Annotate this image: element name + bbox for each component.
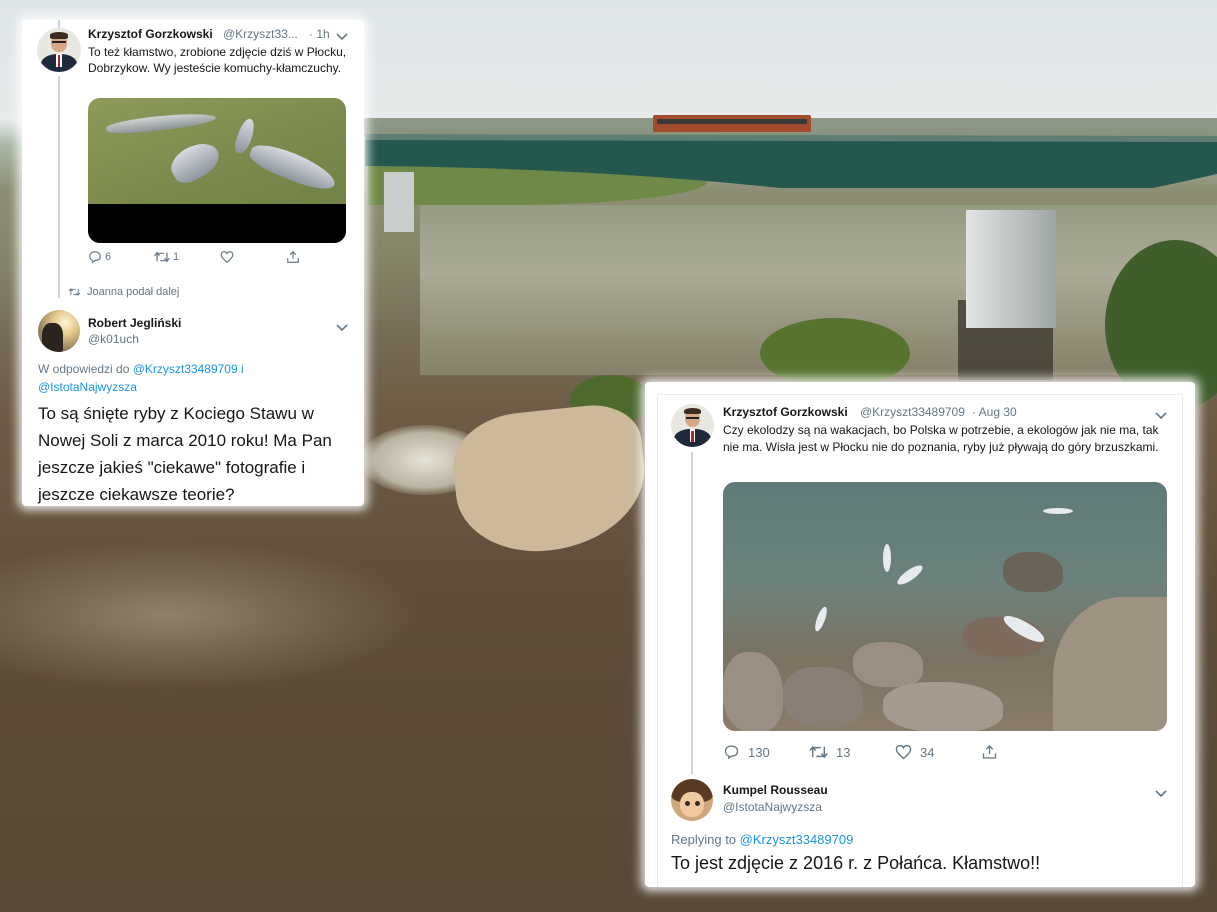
retweeted-by-text: Joanna podał dalej xyxy=(87,286,180,298)
tweet-text: To też kłamstwo, zrobione zdjęcie dziś w… xyxy=(88,45,347,75)
retweet-icon xyxy=(154,251,170,263)
rock xyxy=(723,652,783,731)
tweet-time[interactable]: · Aug 30 xyxy=(972,405,1017,419)
retweeted-by-note[interactable]: Joanna podał dalej xyxy=(68,286,179,298)
rock xyxy=(883,682,1003,731)
reply-icon xyxy=(724,745,739,760)
chevron-down-icon[interactable] xyxy=(1155,408,1167,422)
fish xyxy=(165,135,225,189)
reply-to-link[interactable]: @IstotaNajwyzsza xyxy=(38,380,137,394)
retweet-icon xyxy=(809,745,828,759)
reply-context: W odpowiedzi do @Krzyszt33489709 i @Isto… xyxy=(38,360,358,396)
tweet-text: Czy ekolodzy są na wakacjach, bo Polska … xyxy=(723,423,1159,454)
tram-on-bridge xyxy=(653,115,811,132)
tweet-text: To jest zdjęcie z 2016 r. z Połańca. Kła… xyxy=(671,853,1041,873)
dead-fish xyxy=(1043,508,1073,514)
retweet-button[interactable]: 1 xyxy=(154,250,220,264)
author-handle[interactable]: @IstotaNajwyzsza xyxy=(723,800,822,814)
dead-fish xyxy=(812,605,830,633)
tweet-actions: 130 13 34 xyxy=(723,744,1023,760)
retweet-count: 13 xyxy=(836,744,851,760)
tweet-time[interactable]: · 1h xyxy=(309,27,330,41)
like-button[interactable] xyxy=(220,250,286,264)
reply-prefix: W odpowiedzi do xyxy=(38,362,130,376)
fish xyxy=(105,110,217,136)
dead-fish xyxy=(883,544,891,572)
dead-fish xyxy=(894,562,926,588)
share-button[interactable] xyxy=(981,744,998,760)
avatar-krzysztof[interactable] xyxy=(37,28,81,72)
tweet-image-dead-fish[interactable] xyxy=(88,98,346,243)
retweet-small-icon xyxy=(68,288,81,296)
retweet-count: 1 xyxy=(173,251,180,263)
reply-to-link[interactable]: @Krzyszt33489709 i xyxy=(133,362,244,376)
author-name[interactable]: Krzysztof Gorzkowski xyxy=(723,405,848,419)
tweet-actions: 6 1 xyxy=(88,250,328,264)
reply-button[interactable]: 6 xyxy=(88,250,154,264)
share-button[interactable] xyxy=(286,250,300,264)
reply-to-link[interactable]: @Krzyszt33489709 xyxy=(740,832,854,847)
author-handle[interactable]: @Krzyszt33... xyxy=(223,27,298,41)
chevron-down-icon[interactable] xyxy=(336,29,348,43)
reply-count: 6 xyxy=(105,251,112,263)
water-scum xyxy=(0,540,420,690)
tweet-text: To są śnięte ryby z Kociego Stawu w Nowe… xyxy=(38,404,332,504)
rock xyxy=(1003,552,1063,592)
avatar-robert[interactable] xyxy=(38,310,80,352)
sandy-pier xyxy=(448,400,652,560)
fish xyxy=(246,138,340,196)
like-count: 34 xyxy=(920,744,935,760)
author-name[interactable]: Krzysztof Gorzkowski xyxy=(88,27,213,41)
reply-count: 130 xyxy=(748,744,770,760)
rock xyxy=(783,667,863,727)
rock xyxy=(853,642,923,687)
tweet-card-right: Krzysztof Gorzkowski @Krzyszt33489709 · … xyxy=(645,382,1195,887)
like-button[interactable]: 34 xyxy=(895,744,981,760)
share-icon xyxy=(982,745,997,759)
bush-center xyxy=(760,318,910,388)
share-icon xyxy=(287,250,299,263)
avatar-kumpel[interactable] xyxy=(671,779,713,821)
tweet-card-left: Krzysztof Gorzkowski @Krzyszt33... · 1h … xyxy=(22,20,364,506)
reply-button[interactable]: 130 xyxy=(723,744,809,760)
author-name[interactable]: Robert Jegliński xyxy=(88,316,181,330)
avatar-krzysztof[interactable] xyxy=(671,404,714,447)
chevron-down-icon[interactable] xyxy=(1155,786,1167,800)
author-handle[interactable]: @Krzyszt33489709 xyxy=(860,405,965,419)
bridge xyxy=(365,134,1217,188)
reply-prefix: Replying to xyxy=(671,832,737,847)
rock xyxy=(1053,597,1167,731)
reply-icon xyxy=(89,251,101,264)
retweet-button[interactable]: 13 xyxy=(809,744,895,760)
author-name[interactable]: Kumpel Rousseau xyxy=(723,783,828,797)
like-icon xyxy=(895,744,912,760)
image-black-bar xyxy=(88,204,346,243)
thread-line xyxy=(58,76,60,298)
chevron-down-icon[interactable] xyxy=(336,320,348,334)
like-icon xyxy=(220,251,234,264)
author-handle[interactable]: @k01uch xyxy=(88,332,139,346)
reply-context: Replying to @Krzyszt33489709 xyxy=(671,832,853,847)
tweet-image-fish-in-river[interactable] xyxy=(723,482,1167,731)
bridge-pier-right xyxy=(966,210,1056,328)
thread-line xyxy=(691,452,693,774)
